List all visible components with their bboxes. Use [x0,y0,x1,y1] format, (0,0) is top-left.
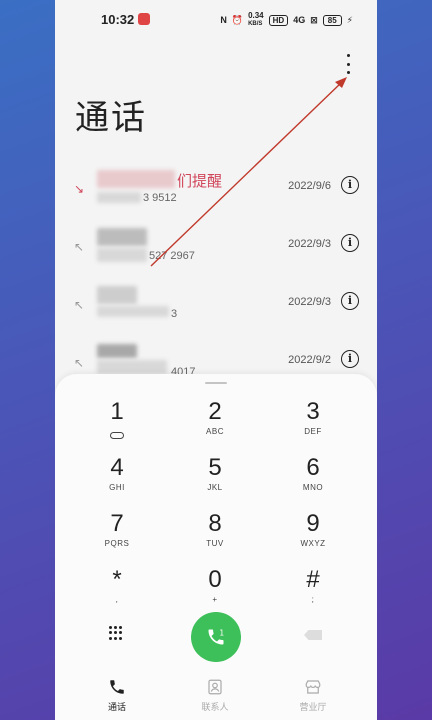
tab-label: 通话 [107,702,126,712]
dial-key-letters: ABC [206,427,224,436]
dial-key-4[interactable]: 4 GHI [77,454,157,506]
redacted-number [97,192,141,203]
redacted-name [97,170,175,188]
dial-key-letters: JKL [207,483,223,492]
call-name: 们提醒 [177,173,223,190]
dial-key-digit: # [306,566,320,593]
dialpad: 1 2 ABC 3 DEF 4 GHI 5 JKL 6 MNO 7 PQRS 8 [55,374,377,720]
call-log-item[interactable]: ↖ 3 2022/9/3 i [55,286,377,342]
page-title: 通话 [75,99,147,137]
backspace-icon[interactable] [304,630,322,640]
redacted-name [97,286,137,304]
tab-label: 营业厅 [299,702,327,712]
dial-key-digit: 6 [306,454,320,481]
info-icon[interactable]: i [341,350,359,368]
dial-key-letters: GHI [109,483,125,492]
call-date: 2022/9/3 [288,238,331,250]
status-bar: 10:32 N ⏰ 0.34 KB/S HD 4G ⊠ 85 ⚡ [55,0,377,38]
more-options-icon[interactable] [343,54,353,74]
redacted-name [97,228,147,246]
drag-handle[interactable] [205,382,227,384]
network-speed: 0.34 KB/S [248,12,264,28]
svg-text:1: 1 [219,628,224,637]
info-icon[interactable]: i [341,176,359,194]
dial-key-6[interactable]: 6 MNO [273,454,353,506]
dial-key-letters: PQRS [104,539,130,548]
store-icon [305,680,321,694]
dial-key-letters: TUV [206,539,224,548]
phone-call-icon: 1 [208,628,224,645]
call-number: 527 2967 [149,250,195,262]
dial-key-hash[interactable]: # ; [273,566,353,618]
dial-key-digit: * [112,566,122,593]
wifi-icon: ⊠ [310,14,318,25]
voicemail-icon [110,432,124,439]
info-icon[interactable]: i [341,292,359,310]
dial-key-letters: , [115,595,119,604]
status-time: 10:32 [101,12,135,27]
contacts-icon [208,679,222,695]
redacted-name [97,344,137,358]
dial-key-letters: + [212,595,218,604]
tab-contacts[interactable]: 联系人 [175,678,255,713]
dial-key-5[interactable]: 5 JKL [175,454,255,506]
dial-key-digit: 2 [208,398,222,425]
annotation-arrow-head [335,77,347,88]
dial-key-letters: WXYZ [300,539,326,548]
redacted-number [97,306,169,317]
dial-key-2[interactable]: 2 ABC [175,398,255,450]
call-log-item[interactable]: ↖ 527 2967 2022/9/3 i [55,228,377,284]
call-number: 3 [171,308,178,320]
missed-call-icon: ↘ [74,182,85,196]
redacted-number [97,248,147,262]
tab-calls[interactable]: 通话 [77,678,157,713]
outgoing-call-icon: ↖ [74,240,85,254]
dial-key-digit: 1 [110,398,124,425]
dial-key-digit: 7 [110,510,124,537]
notification-icon [138,13,150,25]
signal-icon: 4G [293,15,306,25]
dial-key-1[interactable]: 1 [77,398,157,450]
nfc-icon: N [220,15,227,25]
redacted-number [97,360,167,374]
call-log-item[interactable]: ↘ 们提醒 3 9512 2022/9/6 i [55,170,377,226]
call-button[interactable]: 1 [191,612,241,662]
network-speed-unit: KB/S [248,21,263,27]
charging-icon: ⚡ [346,14,353,25]
dial-key-letters: DEF [304,427,322,436]
dial-key-7[interactable]: 7 PQRS [77,510,157,562]
dial-key-digit: 5 [208,454,222,481]
call-number: 3 9512 [143,192,177,204]
outgoing-call-icon: ↖ [74,298,85,312]
dial-key-0[interactable]: 0 + [175,566,255,618]
bottom-tab-bar: 通话 联系人 营业厅 [55,672,377,720]
dial-key-letters: ; [311,595,315,604]
hd-icon: HD [268,14,289,26]
dial-key-digit: 0 [208,566,222,593]
phone-screen: 10:32 N ⏰ 0.34 KB/S HD 4G ⊠ 85 ⚡ 通话 ↘ 们提… [55,0,377,720]
battery-icon: 85 [322,14,342,26]
dial-key-3[interactable]: 3 DEF [273,398,353,450]
alarm-icon: ⏰ [231,14,244,25]
dial-key-9[interactable]: 9 WXYZ [273,510,353,562]
dial-key-digit: 9 [306,510,320,537]
network-speed-value: 0.34 [248,11,264,20]
dial-key-8[interactable]: 8 TUV [175,510,255,562]
dial-key-digit: 4 [110,454,124,481]
tab-store[interactable]: 营业厅 [273,678,353,713]
tab-label: 联系人 [201,702,229,712]
dialpad-toggle-icon[interactable] [109,626,123,640]
call-date: 2022/9/2 [288,354,331,366]
call-date: 2022/9/6 [288,180,331,192]
phone-icon [110,680,124,694]
dial-key-letters: MNO [302,483,324,492]
call-date: 2022/9/3 [288,296,331,308]
dial-key-digit: 8 [208,510,222,537]
dial-key-star[interactable]: * , [77,566,157,618]
info-icon[interactable]: i [341,234,359,252]
outgoing-call-icon: ↖ [74,356,85,370]
dial-key-digit: 3 [306,398,320,425]
status-icons: N ⏰ 0.34 KB/S HD 4G ⊠ 85 ⚡ [220,12,353,28]
